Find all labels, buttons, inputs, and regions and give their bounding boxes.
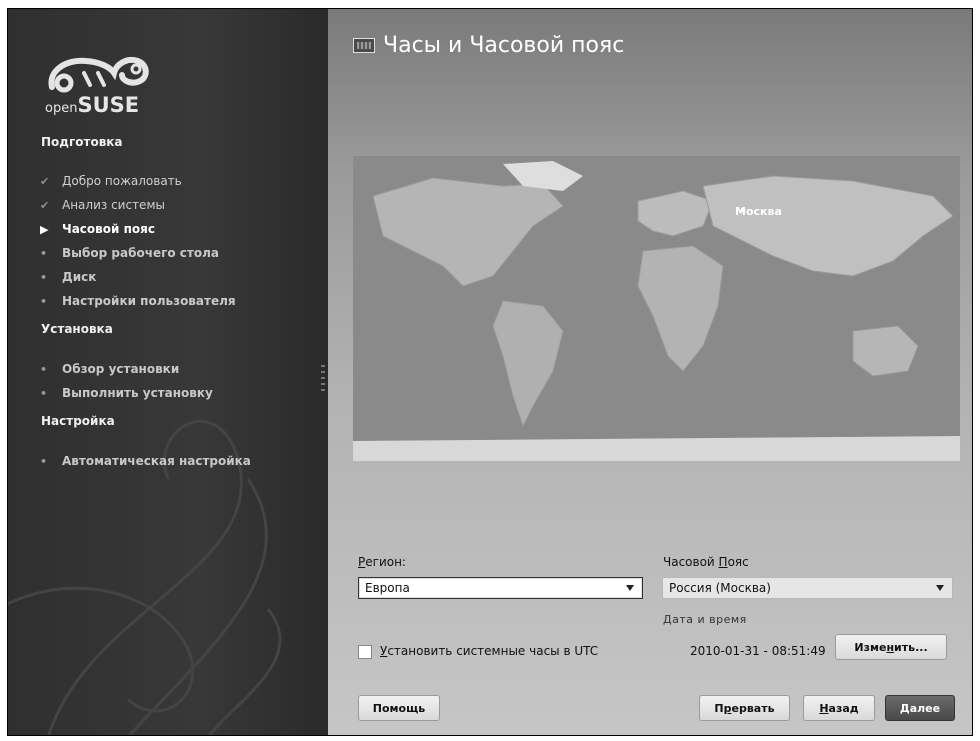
clock-icon [353, 38, 375, 53]
help-button[interactable]: Помощь [358, 695, 440, 721]
timezone-select-value: Россия (Москва) [669, 581, 771, 595]
bullet-icon: • [40, 362, 48, 376]
button-text: азад [828, 701, 859, 715]
step-label: Автоматическая настройка [62, 454, 251, 468]
timezone-select[interactable]: Россия (Москва) [662, 577, 953, 599]
step-perform-installation: • Выполнить установку [40, 384, 213, 402]
play-arrow-icon: ▶ [40, 222, 49, 236]
utc-checkbox-label[interactable]: Установить системные часы в UTC [380, 644, 598, 658]
check-icon: ✔ [40, 198, 50, 212]
step-label: Часовой пояс [62, 222, 155, 236]
button-text: Изме [854, 640, 887, 654]
section-title-configuration: Настройка [41, 414, 115, 428]
chevron-down-icon [626, 585, 634, 591]
step-auto-configuration: • Автоматическая настройка [40, 452, 251, 470]
logo-open-text: open [45, 101, 78, 116]
selected-city-label: Москва [735, 205, 782, 218]
step-system-analysis: ✔ Анализ системы [40, 196, 165, 214]
step-welcome: ✔ Добро пожаловать [40, 172, 182, 190]
button-text: алее [909, 701, 941, 715]
page-title-text: Часы и Часовой пояс [383, 33, 625, 58]
button-mnemonic: Н [819, 701, 829, 715]
region-label-text: егион: [365, 555, 406, 569]
datetime-label: Дата и время [663, 613, 747, 626]
button-mnemonic: н [886, 640, 895, 654]
button-text: ить... [894, 640, 928, 654]
bullet-icon: • [40, 246, 48, 260]
bullet-icon: • [40, 386, 48, 400]
chevron-down-icon [936, 585, 944, 591]
timezone-label-text: ояс [727, 555, 749, 569]
step-label: Анализ системы [62, 198, 165, 212]
timezone-label-mnemonic: П [718, 555, 728, 569]
check-icon: ✔ [40, 174, 50, 188]
abort-button[interactable]: Пр ервать [699, 695, 790, 721]
sidebar-resize-grip[interactable] [321, 365, 325, 395]
section-title-preparation: Подготовка [41, 135, 123, 149]
region-select-value: Европа [365, 581, 410, 595]
change-datetime-button[interactable]: Изме н ить... [835, 634, 947, 660]
utc-checkbox[interactable] [358, 645, 372, 659]
step-user-settings: • Настройки пользователя [40, 292, 236, 310]
back-button[interactable]: Назад [803, 695, 875, 721]
step-label: Выполнить установку [62, 386, 213, 400]
bullet-icon: • [40, 294, 48, 308]
world-map-image [353, 156, 960, 461]
installer-window: openSUSE Подготовка ✔ Добро пожаловать ✔ А… [7, 8, 973, 736]
section-title-installation: Установка [41, 322, 113, 336]
main-panel: Часы и Часовой пояс Москва Регион: Европ… [328, 9, 972, 735]
step-desktop-selection: • Выбор рабочего стола [40, 244, 219, 262]
datetime-value: 2010-01-31 - 08:51:49 [690, 644, 826, 658]
region-label: Регион: [358, 555, 406, 569]
chameleon-logo-icon [48, 57, 149, 93]
step-label: Выбор рабочего стола [62, 246, 219, 260]
button-text: ервать [731, 701, 775, 715]
logo-wordmark: openSUSE [45, 93, 139, 117]
step-label: Настройки пользователя [62, 294, 236, 308]
bullet-icon: • [40, 270, 48, 284]
page-title: Часы и Часовой пояс [353, 33, 624, 58]
step-label: Диск [62, 270, 97, 284]
step-label: Обзор установки [62, 362, 180, 376]
opensuse-logo: openSUSE [44, 47, 164, 117]
step-disk: • Диск [40, 268, 96, 286]
region-select[interactable]: Европа [358, 577, 643, 599]
button-text: Помощь [372, 701, 426, 715]
bullet-icon: • [40, 454, 48, 468]
logo-suse-text: SUSE [77, 93, 140, 117]
step-timezone: ▶ Часовой пояс [40, 220, 155, 238]
utc-label-text: становить системные часы в UTC [387, 644, 599, 658]
sidebar: openSUSE Подготовка ✔ Добро пожаловать ✔ А… [8, 9, 328, 735]
step-label: Добро пожаловать [62, 174, 182, 188]
timezone-label-pre: Часовой [663, 555, 719, 569]
timezone-label: Часовой Пояс [663, 555, 749, 569]
next-button[interactable]: Далее [885, 695, 955, 721]
world-map[interactable]: Москва [353, 156, 960, 461]
button-text: П [714, 701, 724, 715]
step-installation-overview: • Обзор установки [40, 360, 179, 378]
button-mnemonic: р [723, 701, 732, 715]
button-mnemonic: Д [899, 701, 910, 715]
